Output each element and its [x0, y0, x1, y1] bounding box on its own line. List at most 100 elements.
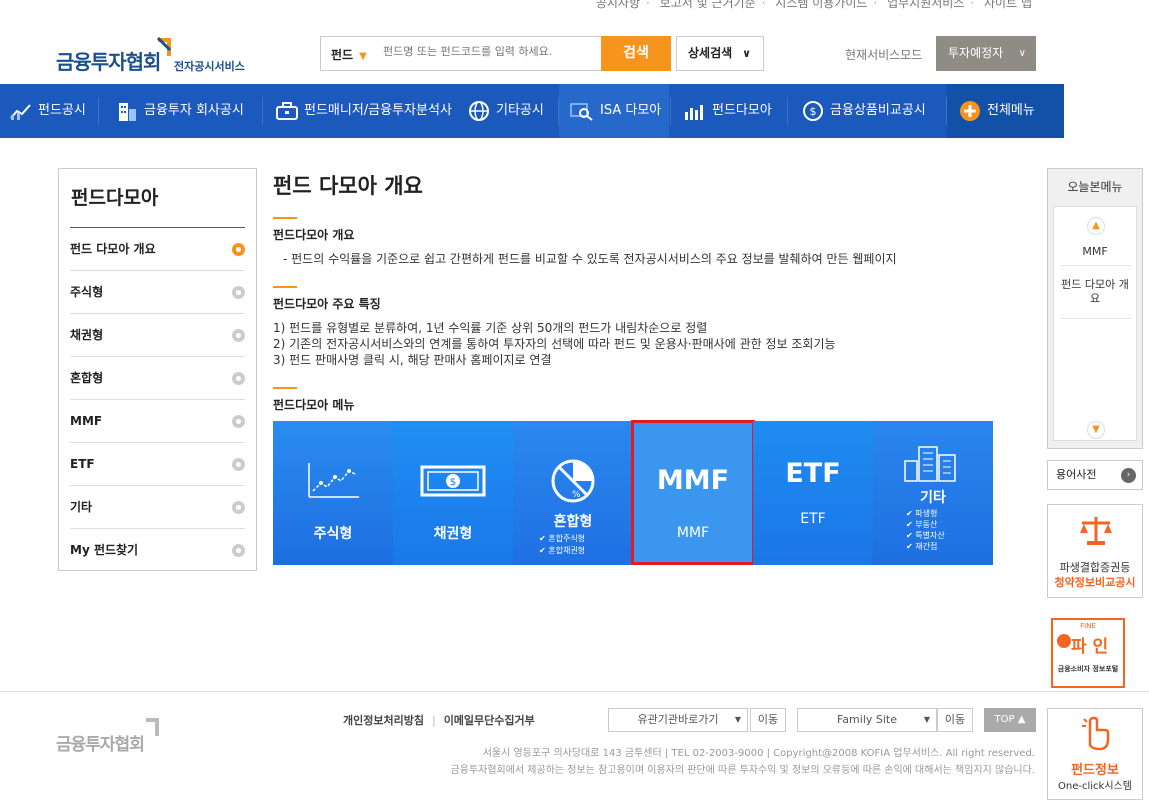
scale-icon [1080, 517, 1112, 545]
nav-product-compare[interactable]: $ 금융상품비교공시 [802, 84, 926, 138]
bullet-icon [232, 243, 245, 256]
banner-fund-info[interactable]: 펀드정보 One-click시스템 [1047, 708, 1143, 800]
nav-fund-disclosure[interactable]: 펀드공시 [10, 84, 86, 138]
plus-circle-icon [960, 100, 980, 121]
privacy-policy-link[interactable]: 개인정보처리방침 [343, 714, 424, 727]
util-link-support[interactable]: 업무지원서비스 [887, 0, 964, 10]
logo-sub-text: 전자공시서비스 [174, 60, 245, 73]
tile-mixed[interactable]: % 혼합형 ✔ 혼합주식형 ✔ 혼합채권형 [513, 421, 633, 565]
family-site-select[interactable]: Family Site ▼ [797, 708, 937, 732]
svg-text:%: % [572, 490, 581, 500]
util-link-sitemap[interactable]: 사이트 맵 [984, 0, 1032, 10]
hand-click-icon [1082, 716, 1110, 751]
side-item-my-fund[interactable]: My 펀드찾기 [70, 529, 245, 572]
footer-logo: 금융투자협회 [56, 718, 159, 755]
feature-line: 3) 펀드 판매사명 클릭 시, 해당 판매사 홈페이지로 연결 [273, 353, 552, 367]
logo-mark-icon [146, 718, 159, 736]
related-sites-go-button[interactable]: 이동 [750, 708, 786, 732]
bullet-icon [232, 501, 245, 514]
magnifier-chart-icon [570, 102, 593, 121]
banknote-icon: $ [420, 465, 486, 497]
main-navigation: 펀드공시 금융투자 회사공시 펀드매니저/금융투자분석사 기타공시 ISA 다모… [0, 84, 1064, 138]
section-title-menu: 펀드다모아 메뉴 [273, 398, 355, 412]
family-site-go-button[interactable]: 이동 [937, 708, 973, 732]
globe-icon [469, 100, 489, 121]
chevron-up-icon[interactable]: ▲ [1087, 217, 1105, 235]
side-item-etf[interactable]: ETF [70, 443, 245, 486]
bar-chart-icon [685, 104, 703, 120]
scroll-top-button[interactable]: TOP ▲ [984, 708, 1036, 732]
nav-all-menu[interactable]: 전체메뉴 [947, 84, 1064, 138]
nav-company-disclosure[interactable]: 금융투자 회사공시 [116, 84, 244, 138]
section-title-features: 펀드다모아 주요 특징 [273, 297, 381, 311]
recent-menu-title: 오늘본메뉴 [1067, 180, 1123, 194]
tile-stock[interactable]: 주식형 [273, 421, 393, 565]
bullet-icon [232, 329, 245, 342]
search-bar: 펀드▼ 검색 [320, 36, 671, 71]
banner-derivatives[interactable]: 파생결합증권등 청약정보비교공시 [1047, 504, 1143, 598]
tile-etf[interactable]: ETF ETF [753, 421, 873, 565]
footer-notice: 금융투자협회에서 제공하는 정보는 참고용이며 이용자의 판단에 따른 투자수익… [450, 765, 1035, 776]
building-icon [119, 102, 136, 121]
search-input[interactable] [383, 45, 593, 58]
nav-fund-manager[interactable]: 펀드매니저/금융투자분석사 [276, 84, 452, 138]
feature-line: 1) 펀드를 유형별로 분류하여, 1년 수익률 기준 상위 50개의 펀드가 … [273, 321, 708, 335]
side-item-bond[interactable]: 채권형 [70, 314, 245, 357]
svg-text:$: $ [450, 477, 456, 488]
side-item-mixed[interactable]: 혼합형 [70, 357, 245, 400]
search-category-select[interactable]: 펀드 ▼ [321, 37, 379, 70]
side-navigation: 펀드다모아 펀드 다모아 개요 주식형 채권형 혼합형 MMF ETF 기타 M… [58, 168, 257, 571]
svg-text:$: $ [810, 105, 817, 118]
nav-fund-damoa[interactable]: 펀드다모아 [684, 84, 772, 138]
line-chart-icon [308, 463, 359, 498]
buildings-icon [904, 446, 956, 482]
chevron-down-icon: ∨ [742, 47, 751, 60]
chevron-down-icon: ∨ [1018, 48, 1026, 59]
service-mode-select[interactable]: 투자예정자 ∨ [936, 36, 1036, 71]
nav-isa-damoa[interactable]: ISA 다모아 [559, 84, 669, 138]
tile-etc[interactable]: 기타 ✔ 파생형 ✔ 부동산 ✔ 특별자산 ✔ 재간접 [873, 421, 993, 565]
banner-fine[interactable]: FINE 파 인 금융소비자 정보포털 [1051, 618, 1125, 688]
side-item-mmf[interactable]: MMF [70, 400, 245, 443]
chevron-down-icon: ▼ [359, 51, 367, 62]
util-link-notice[interactable]: 공시사항 [596, 0, 640, 10]
side-nav-title: 펀드다모아 [71, 187, 159, 209]
bullet-icon [232, 458, 245, 471]
fund-menu-tiles: 주식형 $ 채권형 % 혼합형 ✔ 혼합주식형 ✔ 혼합채권형 MMF MMF … [273, 420, 993, 565]
tile-mmf[interactable]: MMF MMF [631, 420, 755, 565]
util-link-reports[interactable]: 보고서 및 근거기준 [660, 0, 756, 10]
glossary-link[interactable]: 용어사전 › [1047, 460, 1143, 490]
side-item-overview[interactable]: 펀드 다모아 개요 [70, 228, 245, 271]
recent-link-mmf[interactable]: MMF [1054, 245, 1136, 259]
bullet-icon [232, 372, 245, 385]
service-mode-label: 현재서비스모드 [845, 48, 923, 62]
recent-menu-panel: 오늘본메뉴 ▲ MMF 펀드 다모아 개요 ▼ [1047, 168, 1143, 449]
fine-logo-mark [1057, 634, 1071, 648]
footer-links: 개인정보처리방침 | 이메일무단수집거부 [343, 714, 535, 727]
recent-link-overview[interactable]: 펀드 다모아 개요 [1054, 278, 1136, 306]
bullet-icon [232, 544, 245, 557]
util-link-guide[interactable]: 시스템 이용가이드 [775, 0, 867, 10]
search-button[interactable]: 검색 [601, 36, 671, 71]
feature-line: 2) 기존의 전자공시서비스와의 연계를 통하여 투자자의 선택에 따라 펀드 … [273, 337, 836, 351]
footer-address: 서울시 영등포구 의사당대로 143 금투센터 | TEL 02-2003-90… [482, 748, 1035, 759]
chevron-down-icon: ▼ [734, 715, 741, 724]
related-sites-select[interactable]: 유관기관바로가기 ▼ [608, 708, 748, 732]
chevron-down-icon[interactable]: ▼ [1087, 421, 1105, 439]
logo-main-text: 금융투자협회 [56, 50, 161, 74]
coin-icon: $ [803, 100, 823, 121]
section-title-overview: 펀드다모아 개요 [273, 228, 355, 242]
advanced-search-button[interactable]: 상세검색 ∨ [676, 36, 764, 71]
page-title: 펀드 다모아 개요 [273, 174, 423, 198]
tile-bond[interactable]: $ 채권형 [393, 421, 513, 565]
side-item-etc[interactable]: 기타 [70, 486, 245, 529]
bullet-icon [232, 415, 245, 428]
arrow-right-icon: › [1121, 468, 1136, 483]
briefcase-icon [276, 101, 298, 120]
side-item-stock[interactable]: 주식형 [70, 271, 245, 314]
email-refusal-link[interactable]: 이메일무단수집거부 [444, 714, 535, 727]
pie-chart-icon: % [551, 459, 595, 503]
bullet-icon [232, 286, 245, 299]
nav-other-disclosure[interactable]: 기타공시 [468, 84, 544, 138]
overview-text: - 펀드의 수익률을 기준으로 쉽고 간편하게 펀드를 비교할 수 있도록 전자… [283, 252, 897, 266]
